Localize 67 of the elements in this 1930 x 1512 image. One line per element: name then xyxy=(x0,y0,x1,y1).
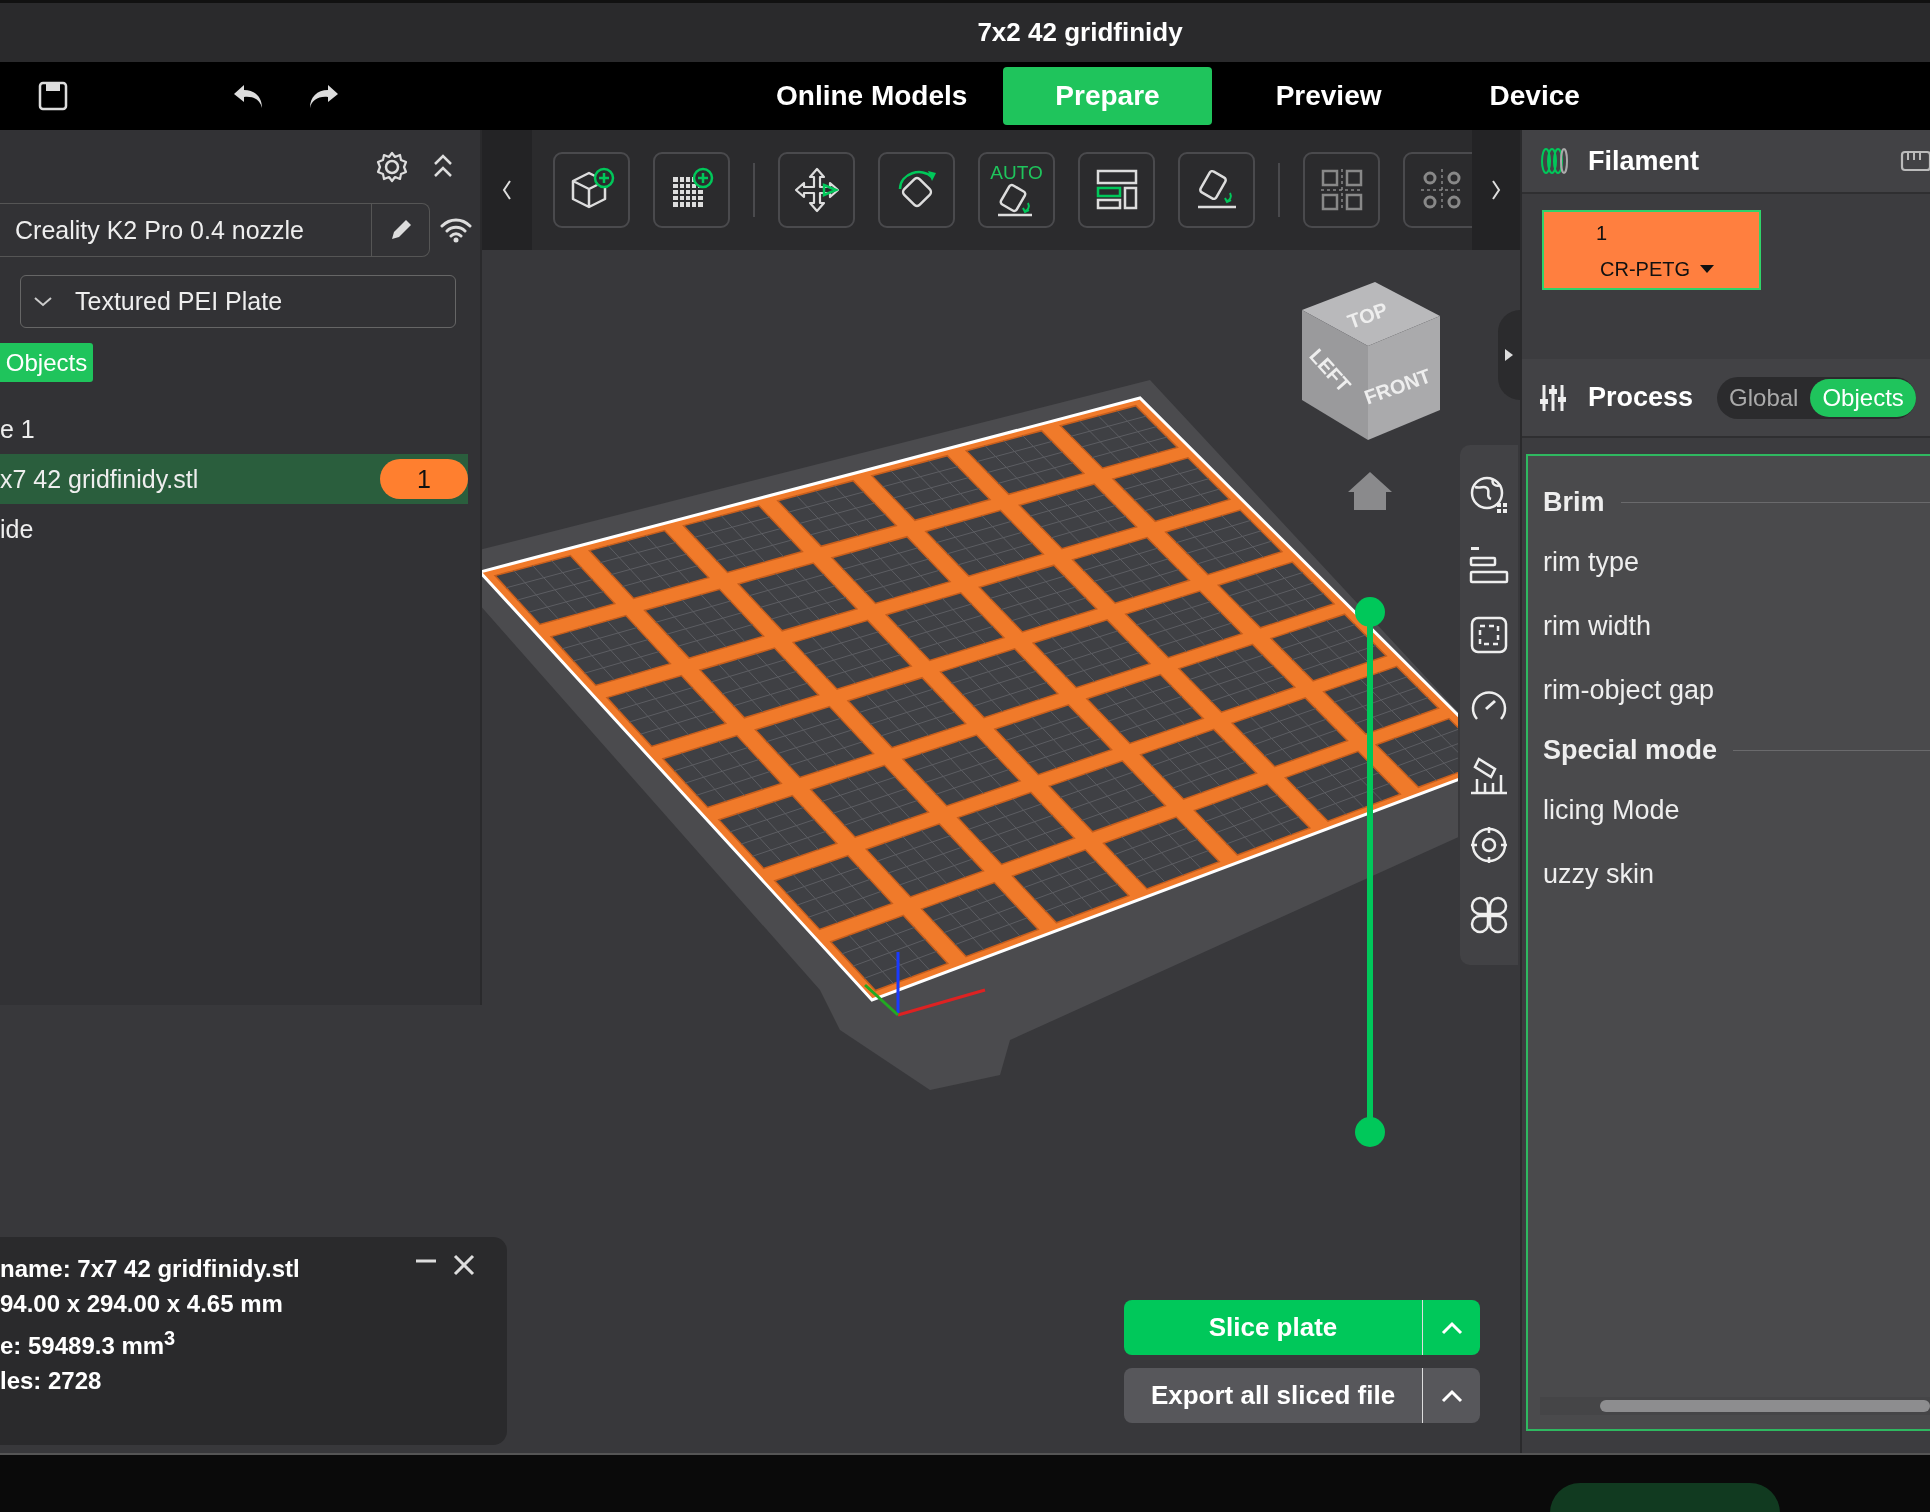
setting-label: rim width xyxy=(1543,610,1651,642)
chevron-down-icon xyxy=(33,295,53,308)
globe-icon[interactable] xyxy=(1469,475,1509,515)
support-icon[interactable] xyxy=(1469,755,1509,795)
object-list-item[interactable]: ide xyxy=(0,504,468,554)
add-object-button[interactable] xyxy=(553,152,630,228)
settings-icon[interactable] xyxy=(376,150,408,183)
info-text: 94.00 x 294.00 x 4.65 mm xyxy=(0,1289,284,1319)
caret-down-icon xyxy=(1700,265,1714,273)
filament-title: Filament xyxy=(1588,145,1700,177)
object-name: ide xyxy=(0,514,34,544)
chevron-left-icon xyxy=(501,179,513,201)
close-icon[interactable] xyxy=(452,1253,476,1277)
object-list-item[interactable]: e 1 xyxy=(0,404,468,454)
sliders-icon xyxy=(1538,382,1568,413)
setting-label: licing Mode xyxy=(1543,794,1680,826)
mode-tab[interactable]: Global xyxy=(1717,378,1811,417)
slider-handle[interactable] xyxy=(1355,1117,1385,1147)
expand-button[interactable] xyxy=(1423,1368,1480,1423)
setting-label: rim type xyxy=(1543,546,1640,578)
add-plate-button[interactable] xyxy=(653,152,730,228)
section-heading: Special mode xyxy=(1543,734,1718,766)
printer-field[interactable]: Creality K2 Pro 0.4 nozzle xyxy=(0,203,372,257)
process-title: Process xyxy=(1588,382,1694,413)
slider-handle[interactable] xyxy=(1355,597,1385,627)
target-icon[interactable] xyxy=(1469,825,1509,865)
section-heading: Brim xyxy=(1543,486,1605,518)
edit-button[interactable] xyxy=(372,203,430,257)
plate-type-dropdown[interactable]: Textured PEI Plate xyxy=(20,275,456,328)
object-name: x7 42 gridfinidy.stl xyxy=(0,464,199,494)
auto-orient-button[interactable]: AUTO xyxy=(978,152,1055,228)
save-icon[interactable] xyxy=(38,81,68,111)
lay-flat-button[interactable] xyxy=(1178,152,1255,228)
arrange-button[interactable] xyxy=(1078,152,1155,228)
nav-tab[interactable]: Device xyxy=(1475,67,1594,125)
split-button[interactable] xyxy=(1303,152,1380,228)
filament-slot[interactable]: 1 CR-PETG xyxy=(1542,210,1761,290)
rotate-button[interactable] xyxy=(878,152,955,228)
clover-icon[interactable] xyxy=(1469,895,1509,935)
info-text: name: 7x7 42 gridfinidy.stl xyxy=(0,1254,301,1284)
home-icon[interactable] xyxy=(1348,472,1392,510)
wifi-icon[interactable] xyxy=(440,217,472,243)
horizontal-scrollbar[interactable] xyxy=(1540,1397,1930,1415)
dashed-square-icon[interactable] xyxy=(1469,615,1509,655)
filament-icon xyxy=(1538,146,1568,176)
object-list-item[interactable]: x7 42 gridfinidy.stl 1 xyxy=(0,454,468,504)
chevron-right-icon xyxy=(1490,179,1502,201)
split-settings-button[interactable] xyxy=(1403,152,1472,228)
window-title: 7x2 42 gridfinidy xyxy=(977,17,1183,48)
caret-up-icon xyxy=(1440,1388,1463,1403)
object-name: e 1 xyxy=(0,414,35,444)
collapse-tab[interactable] xyxy=(1498,310,1520,400)
plate-count-badge: 1 xyxy=(380,459,468,499)
action-button[interactable]: Export all sliced file xyxy=(1124,1368,1423,1423)
info-text: e: 59489.3 mm$^{3}$ xyxy=(0,1326,177,1361)
slot-number: 1 xyxy=(1596,222,1608,245)
caret-up-icon xyxy=(1440,1320,1463,1335)
material-name: CR-PETG xyxy=(1600,258,1690,281)
nav-tab[interactable]: Online Models xyxy=(762,67,982,125)
nav-tab[interactable]: Preview xyxy=(1261,67,1396,125)
layers-icon[interactable] xyxy=(1469,545,1509,585)
setting-label: uzzy skin xyxy=(1543,858,1655,890)
scrollbar-thumb[interactable] xyxy=(1600,1400,1930,1412)
info-text: les: 2728 xyxy=(0,1366,103,1396)
move-button[interactable] xyxy=(778,152,855,228)
triangle-right-icon xyxy=(1504,348,1514,362)
setting-label: rim-object gap xyxy=(1543,674,1715,706)
